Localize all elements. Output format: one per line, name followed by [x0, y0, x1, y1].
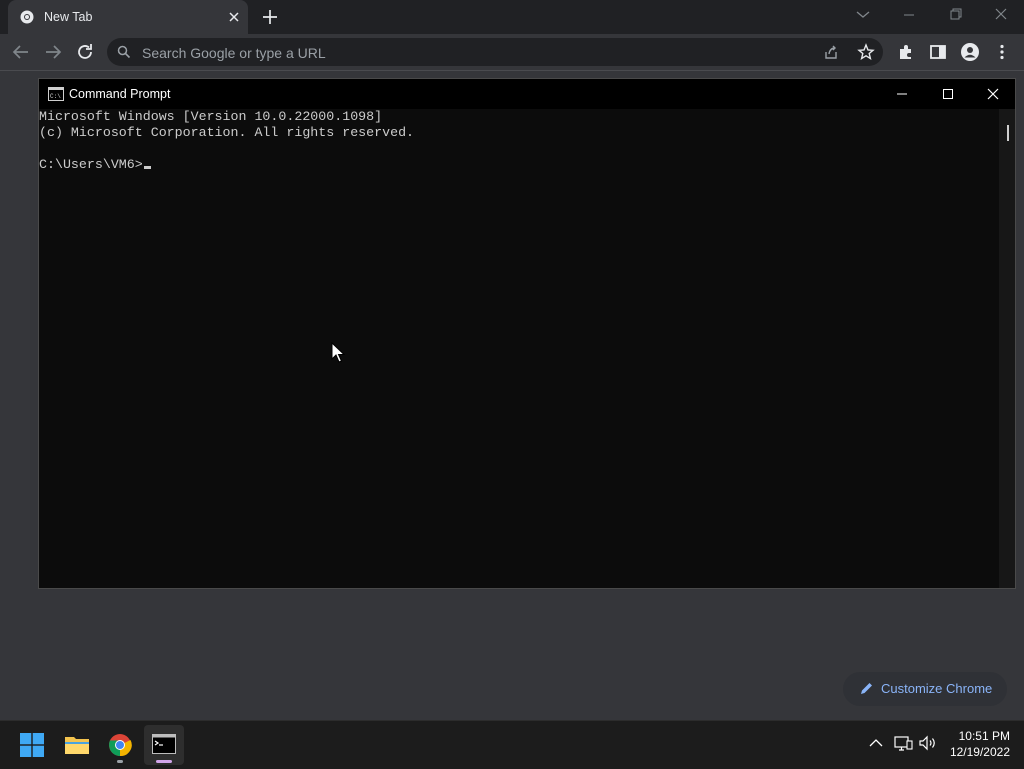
chrome-favicon-icon: [20, 10, 34, 24]
cmd-maximize-icon[interactable]: [925, 79, 971, 109]
taskbar-command-prompt[interactable]: [144, 725, 184, 765]
browser-minimize-icon[interactable]: [886, 0, 932, 30]
console-prompt: C:\Users\VM6>: [39, 157, 143, 172]
taskbar-file-explorer[interactable]: [56, 725, 96, 765]
show-hidden-icons-chevron-icon[interactable]: [866, 733, 886, 753]
scrollbar-thumb[interactable]: [1007, 125, 1009, 141]
cmd-window-title: Command Prompt: [69, 87, 171, 101]
omnibox[interactable]: Search Google or type a URL: [107, 38, 883, 66]
taskbar-chrome[interactable]: [100, 725, 140, 765]
customize-chrome-button[interactable]: Customize Chrome: [843, 672, 1007, 706]
volume-icon[interactable]: [918, 733, 938, 753]
side-panel-icon[interactable]: [928, 42, 948, 62]
back-arrow-icon[interactable]: [8, 40, 34, 64]
chrome-icon: [109, 734, 132, 757]
network-icon[interactable]: [893, 733, 913, 753]
reload-icon[interactable]: [72, 40, 98, 64]
active-indicator: [156, 760, 172, 763]
chrome-toolbar: Search Google or type a URL: [0, 34, 1024, 70]
windows-start-icon: [20, 733, 44, 757]
console-line: (c) Microsoft Corporation. All rights re…: [39, 125, 415, 140]
clock-date[interactable]: 12/19/2022: [942, 745, 1010, 759]
running-indicator: [117, 760, 123, 763]
cmd-app-icon: C:\: [48, 87, 64, 101]
console-scrollbar[interactable]: [999, 109, 1015, 588]
console-prompt-line: C:\Users\VM6>: [39, 157, 997, 173]
clock-time[interactable]: 10:51 PM: [950, 729, 1010, 743]
customize-chrome-label: Customize Chrome: [881, 681, 993, 696]
kebab-menu-icon[interactable]: [992, 42, 1012, 62]
share-icon[interactable]: [823, 44, 839, 60]
tab-new-tab[interactable]: New Tab: [8, 0, 248, 34]
omnibox-placeholder: Search Google or type a URL: [142, 45, 326, 61]
cmd-title-bar[interactable]: C:\ Command Prompt: [39, 79, 1015, 109]
mouse-pointer-icon: [331, 342, 345, 363]
new-tab-plus-icon[interactable]: [258, 6, 282, 28]
bookmark-star-icon[interactable]: [857, 43, 875, 61]
cmd-minimize-icon[interactable]: [879, 79, 925, 109]
tab-close-icon[interactable]: [224, 7, 244, 27]
pencil-icon: [861, 683, 872, 694]
console-output[interactable]: Microsoft Windows [Version 10.0.22000.10…: [39, 109, 997, 588]
search-icon: [117, 45, 131, 59]
forward-arrow-icon[interactable]: [40, 40, 66, 64]
console-line: Microsoft Windows [Version 10.0.22000.10…: [39, 109, 383, 124]
browser-close-icon[interactable]: [978, 0, 1024, 30]
toolbar-divider: [0, 70, 1024, 71]
command-prompt-icon: [152, 734, 176, 754]
svg-text:C:\: C:\: [50, 93, 61, 100]
file-explorer-icon: [65, 737, 89, 754]
cmd-close-icon[interactable]: [970, 79, 1016, 109]
text-cursor: [143, 166, 151, 169]
extensions-puzzle-icon[interactable]: [896, 42, 916, 62]
browser-restore-icon[interactable]: [932, 0, 978, 30]
profile-avatar-icon[interactable]: [960, 42, 980, 62]
windows-taskbar: 10:51 PM 12/19/2022: [0, 720, 1024, 769]
start-button[interactable]: [12, 725, 52, 765]
tab-search-chevron-icon[interactable]: [840, 0, 886, 30]
tab-title: New Tab: [44, 10, 93, 24]
chrome-tab-strip: New Tab: [0, 0, 1024, 34]
command-prompt-window[interactable]: C:\ Command Prompt Microsoft Windows [Ve…: [38, 78, 1016, 589]
